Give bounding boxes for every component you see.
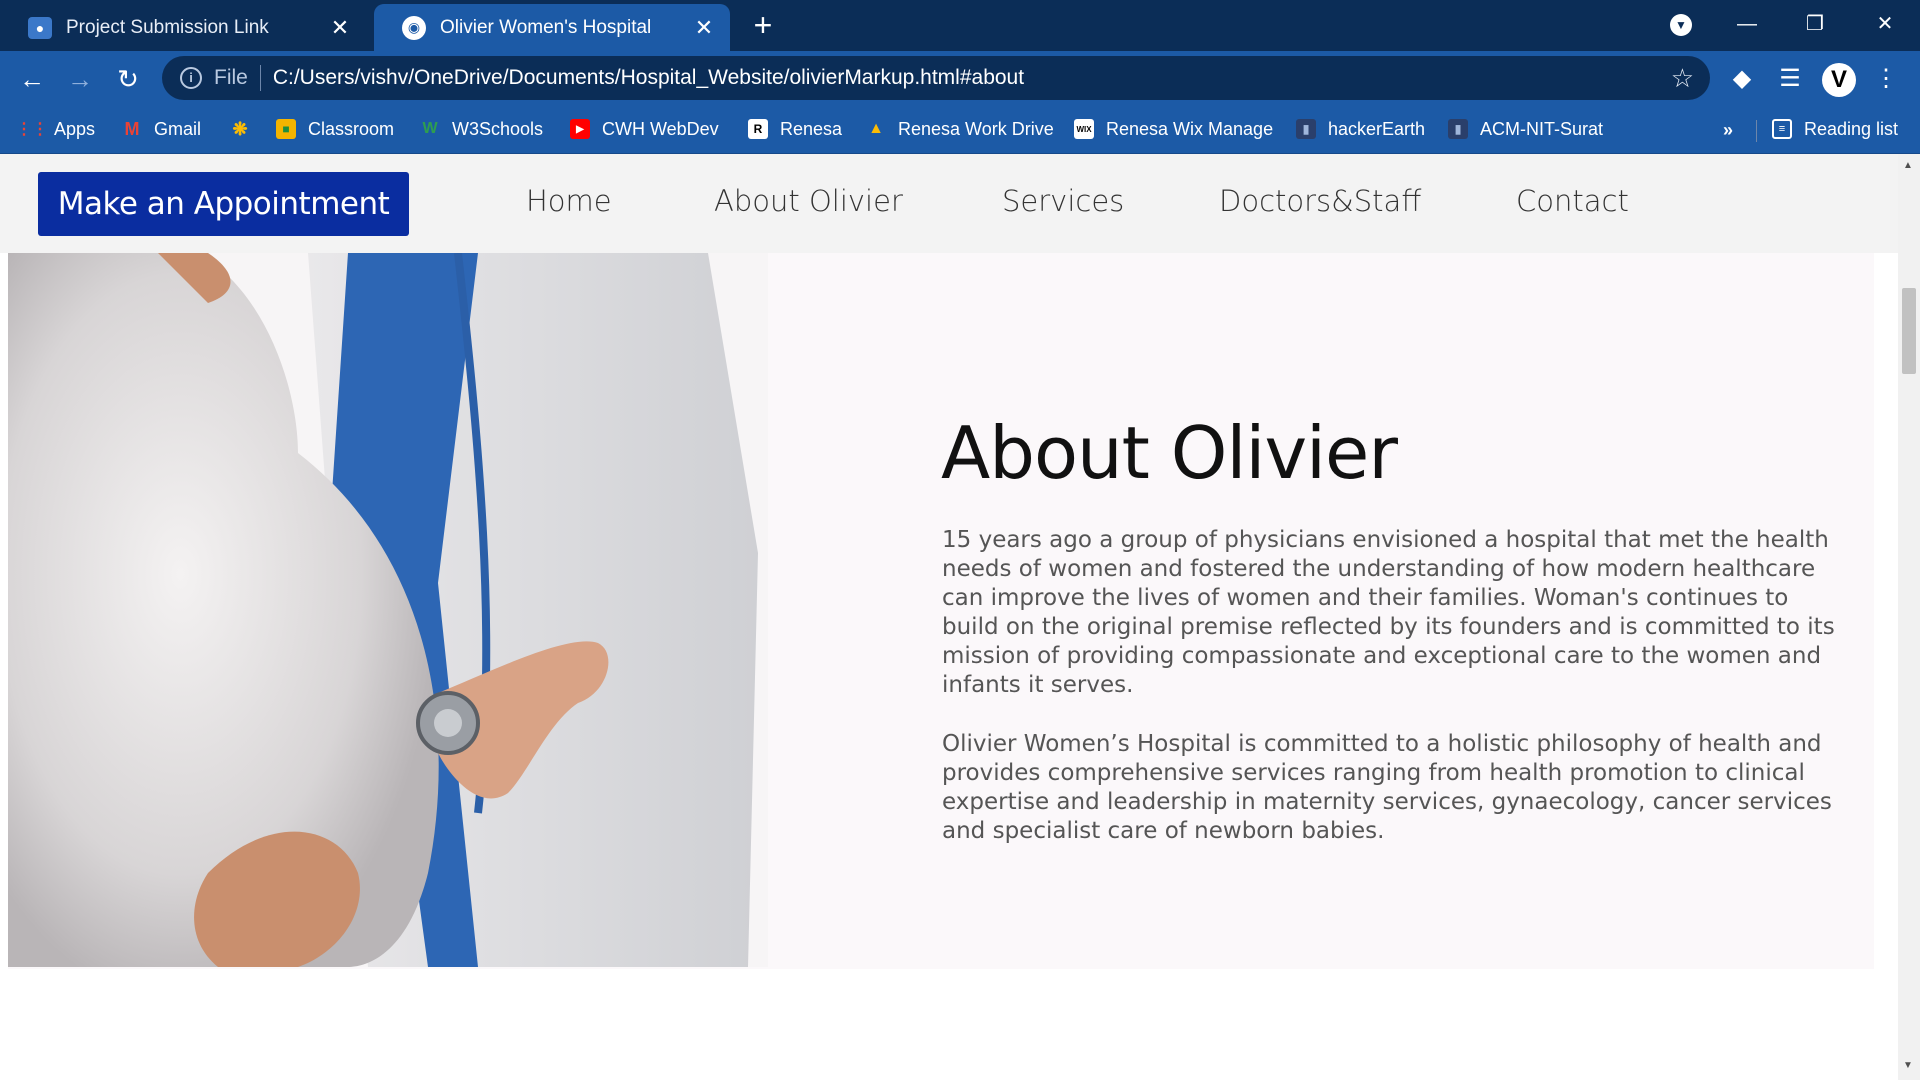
bookmarks-overflow-icon[interactable]: »	[1723, 120, 1733, 141]
drive-icon: ▲	[868, 120, 884, 137]
page-scrollbar[interactable]: ▲ ▼	[1898, 154, 1920, 1080]
window-close-icon[interactable]: ✕	[1862, 8, 1908, 40]
media-controls-icon[interactable]: ☰	[1772, 61, 1808, 97]
gmail-icon: M	[124, 118, 140, 139]
wix-icon: WIX	[1074, 119, 1094, 139]
site-navbar: Make an Appointment Home About Olivier S…	[0, 154, 1898, 253]
bookmark-label: Gmail	[154, 118, 202, 139]
scroll-down-icon[interactable]: ▼	[1903, 1060, 1913, 1071]
omnibox-divider	[259, 65, 261, 91]
nav-link-home[interactable]: Home	[526, 184, 612, 218]
pregnancy-checkup-image	[8, 253, 768, 967]
bookmark-label: Apps	[54, 118, 96, 139]
bookmarks-bar: ⋮⋮ Apps M Gmail ❋ ■ Classroom W W3School…	[0, 106, 1920, 154]
w3schools-icon: W	[422, 120, 438, 137]
bookmark-label: Classroom	[308, 118, 395, 139]
bookmark-renesa-work-drive[interactable]: ▲ Renesa Work Drive	[866, 114, 1054, 144]
about-paragraph-1: 15 years ago a group of physicians envis…	[942, 527, 1835, 698]
reading-list-button[interactable]: ≡ Reading list	[1772, 114, 1898, 144]
pinwheel-icon: ❋	[232, 118, 248, 139]
bookmark-photos[interactable]: ❋	[230, 114, 262, 144]
bookmark-apps[interactable]: ⋮⋮ Apps	[16, 114, 96, 144]
browser-toolbar: ← → ↻ i File C:/Users/vishv/OneDrive/Doc…	[0, 51, 1920, 106]
tab-title: Project Submission Link	[66, 16, 269, 38]
url-scheme: File	[214, 66, 248, 89]
close-icon[interactable]: ✕	[328, 15, 352, 41]
reading-list-label: Reading list	[1804, 118, 1899, 139]
bookmark-label: CWH WebDev	[602, 118, 719, 139]
back-icon[interactable]: ←	[14, 61, 50, 97]
bookmark-hackerearth[interactable]: ▮ hackerEarth	[1296, 114, 1425, 144]
scrollbar-thumb[interactable]	[1902, 288, 1916, 374]
tab-title: Olivier Women's Hospital	[440, 16, 652, 38]
scroll-up-icon[interactable]: ▲	[1903, 160, 1913, 171]
tab-olivier-hospital[interactable]: ◉ Olivier Women's Hospital ✕	[374, 4, 730, 51]
bookmark-label: hackerEarth	[1328, 118, 1426, 139]
about-section: About Olivier 15 years ago a group of ph…	[8, 253, 1874, 969]
bookmark-label: Renesa Wix Manage	[1106, 118, 1274, 139]
bookmark-label: ACM-NIT-Surat	[1480, 118, 1604, 139]
browser-titlebar: ● Project Submission Link ✕ ◉ Olivier Wo…	[0, 0, 1920, 51]
page-viewport: Make an Appointment Home About Olivier S…	[0, 154, 1898, 1080]
url-text[interactable]: C:/Users/vishv/OneDrive/Documents/Hospit…	[273, 66, 1671, 90]
nav-link-services[interactable]: Services	[1002, 184, 1124, 218]
nav-link-about[interactable]: About Olivier	[714, 184, 903, 218]
info-icon[interactable]: i	[180, 67, 202, 89]
apps-grid-icon: ⋮⋮	[16, 121, 48, 138]
address-bar[interactable]: i File C:/Users/vishv/OneDrive/Documents…	[162, 56, 1710, 100]
about-title: About Olivier	[941, 411, 1398, 495]
renesa-icon: R	[748, 119, 768, 139]
bookmark-label: Renesa Work Drive	[898, 118, 1054, 139]
bookmark-renesa-wix-manage[interactable]: WIX Renesa Wix Manage	[1074, 114, 1273, 144]
bookmark-renesa[interactable]: R Renesa	[748, 114, 842, 144]
bookmark-cwh-webdev[interactable]: ▶ CWH WebDev	[570, 114, 719, 144]
close-icon[interactable]: ✕	[692, 15, 716, 41]
bookmark-w3schools[interactable]: W W3Schools	[420, 114, 543, 144]
about-paragraph-2: Olivier Women’s Hospital is committed to…	[942, 731, 1832, 844]
bookmark-star-icon[interactable]: ☆	[1671, 63, 1694, 94]
tab-project-submission[interactable]: ● Project Submission Link ✕	[0, 4, 366, 51]
nav-link-doctors-staff[interactable]: Doctors&Staff	[1219, 184, 1421, 218]
forward-icon[interactable]: →	[62, 61, 98, 97]
bookmark-label: W3Schools	[452, 118, 544, 139]
new-tab-icon[interactable]: +	[748, 8, 778, 42]
nav-link-contact[interactable]: Contact	[1516, 184, 1629, 218]
page-icon: ▮	[1448, 119, 1468, 139]
menu-kebab-icon[interactable]: ⋮	[1868, 61, 1904, 97]
classroom-icon: ■	[276, 119, 296, 139]
page-icon: ▮	[1296, 119, 1316, 139]
youtube-icon: ▶	[570, 119, 590, 139]
restore-icon[interactable]: ❐	[1792, 8, 1838, 40]
tab-search-icon[interactable]: ▼	[1670, 14, 1692, 36]
bookmarks-divider	[1756, 120, 1757, 142]
reload-icon[interactable]: ↻	[110, 61, 146, 97]
bookmark-classroom[interactable]: ■ Classroom	[276, 114, 394, 144]
bookmark-gmail[interactable]: M Gmail	[122, 114, 202, 144]
bookmark-acm-nit-surat[interactable]: ▮ ACM-NIT-Surat	[1448, 114, 1603, 144]
hospital-favicon-icon: ◉	[402, 15, 426, 40]
make-appointment-button[interactable]: Make an Appointment	[38, 172, 409, 236]
contacts-icon: ●	[28, 16, 52, 39]
minimize-icon[interactable]: —	[1724, 8, 1770, 40]
bookmark-label: Renesa	[780, 118, 843, 139]
extensions-icon[interactable]: ◆	[1724, 61, 1760, 97]
reading-list-icon: ≡	[1772, 119, 1792, 139]
profile-avatar[interactable]: V	[1822, 63, 1856, 97]
